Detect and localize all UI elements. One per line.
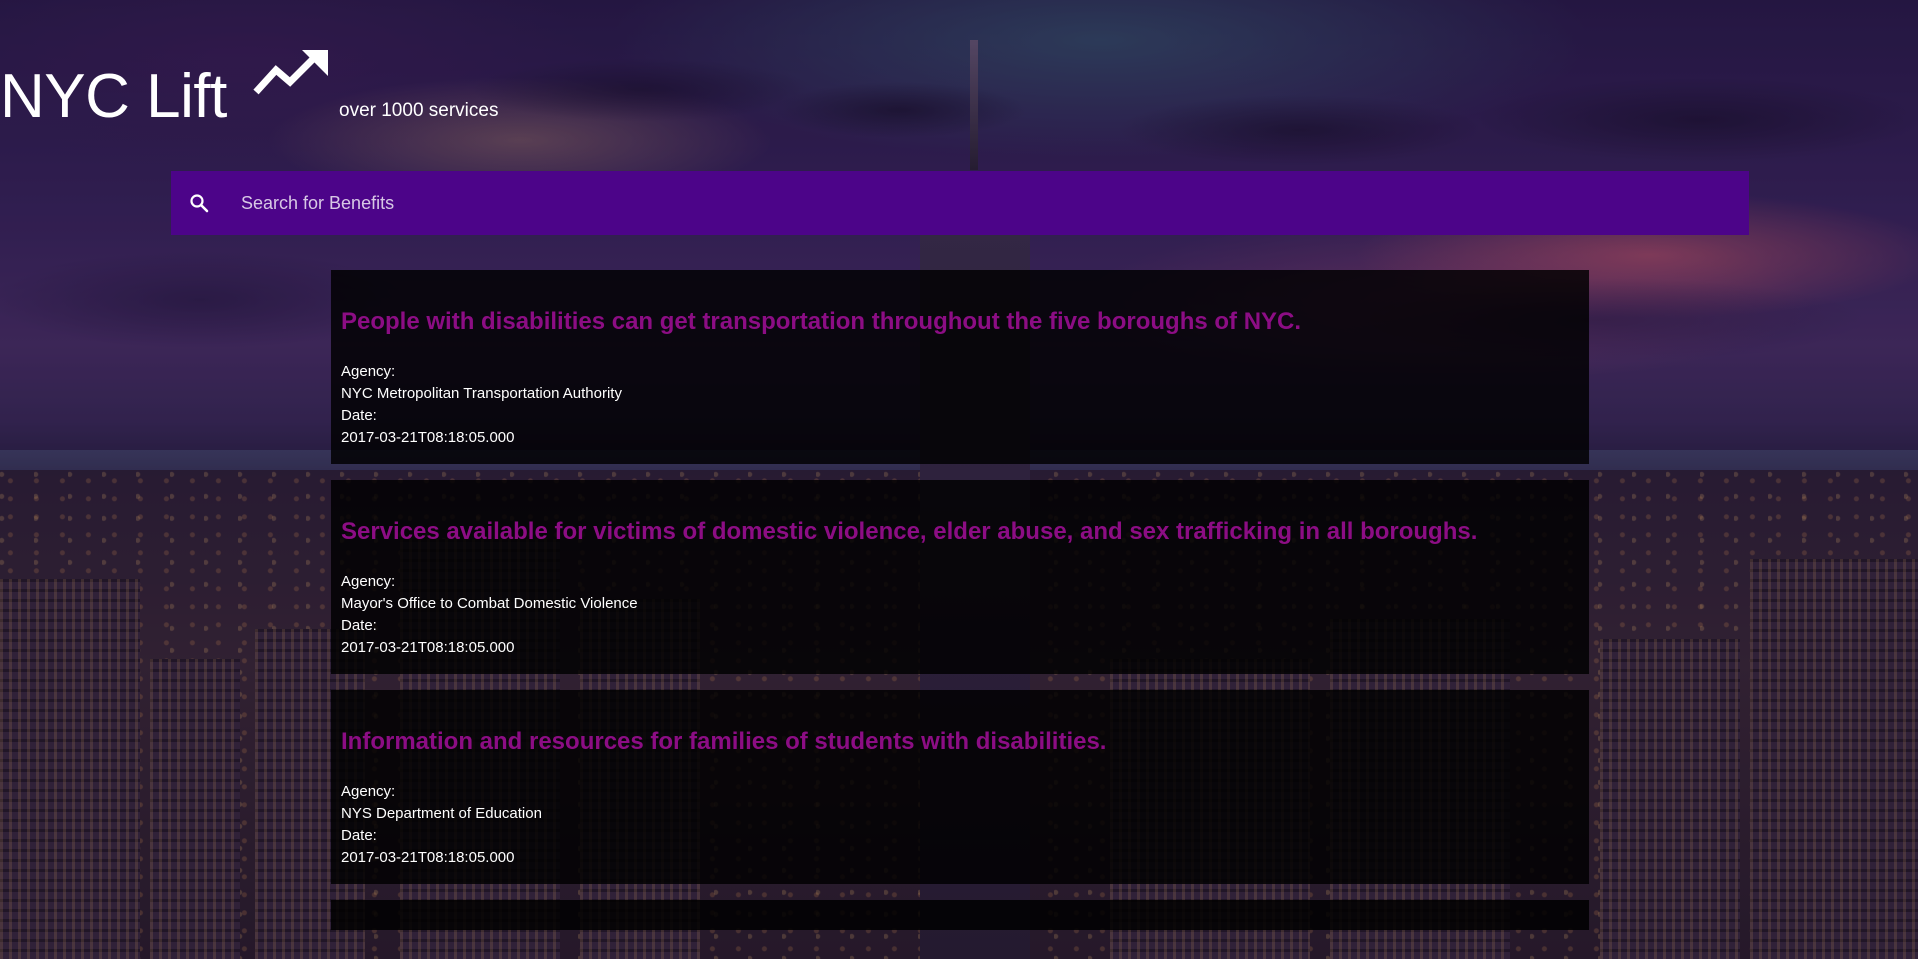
date-value: 2017-03-21T08:18:05.000 — [341, 638, 515, 656]
agency-label: Agency: — [341, 362, 396, 380]
search-icon[interactable] — [187, 191, 211, 215]
date-label: Date: — [341, 616, 377, 634]
result-title[interactable]: People with disabilities can get transpo… — [341, 308, 1579, 337]
trending-up-icon — [252, 48, 330, 98]
agency-label: Agency: — [341, 572, 396, 590]
result-card[interactable]: People with disabilities can get transpo… — [331, 270, 1589, 464]
services-count-subtitle: over 1000 services — [339, 100, 499, 121]
result-title[interactable]: Services available for victims of domest… — [341, 518, 1579, 547]
date-value: 2017-03-21T08:18:05.000 — [341, 428, 515, 446]
agency-label: Agency: — [341, 782, 396, 800]
result-card[interactable]: Services available for victims of domest… — [331, 480, 1589, 674]
date-label: Date: — [341, 826, 377, 844]
search-input[interactable] — [225, 171, 1749, 235]
agency-name: Mayor's Office to Combat Domestic Violen… — [341, 594, 638, 612]
result-card[interactable]: Information and resources for families o… — [331, 690, 1589, 884]
result-title[interactable]: Information and resources for families o… — [341, 728, 1579, 757]
date-label: Date: — [341, 406, 377, 424]
result-card-partial[interactable] — [331, 900, 1589, 930]
agency-name: NYC Metropolitan Transportation Authorit… — [341, 384, 622, 402]
date-value: 2017-03-21T08:18:05.000 — [341, 848, 515, 866]
site-header: NYC Lift over 1000 services — [0, 48, 498, 128]
search-bar[interactable] — [171, 171, 1749, 235]
agency-name: NYS Department of Education — [341, 804, 542, 822]
site-title[interactable]: NYC Lift — [0, 66, 227, 128]
results-list: People with disabilities can get transpo… — [331, 270, 1589, 946]
